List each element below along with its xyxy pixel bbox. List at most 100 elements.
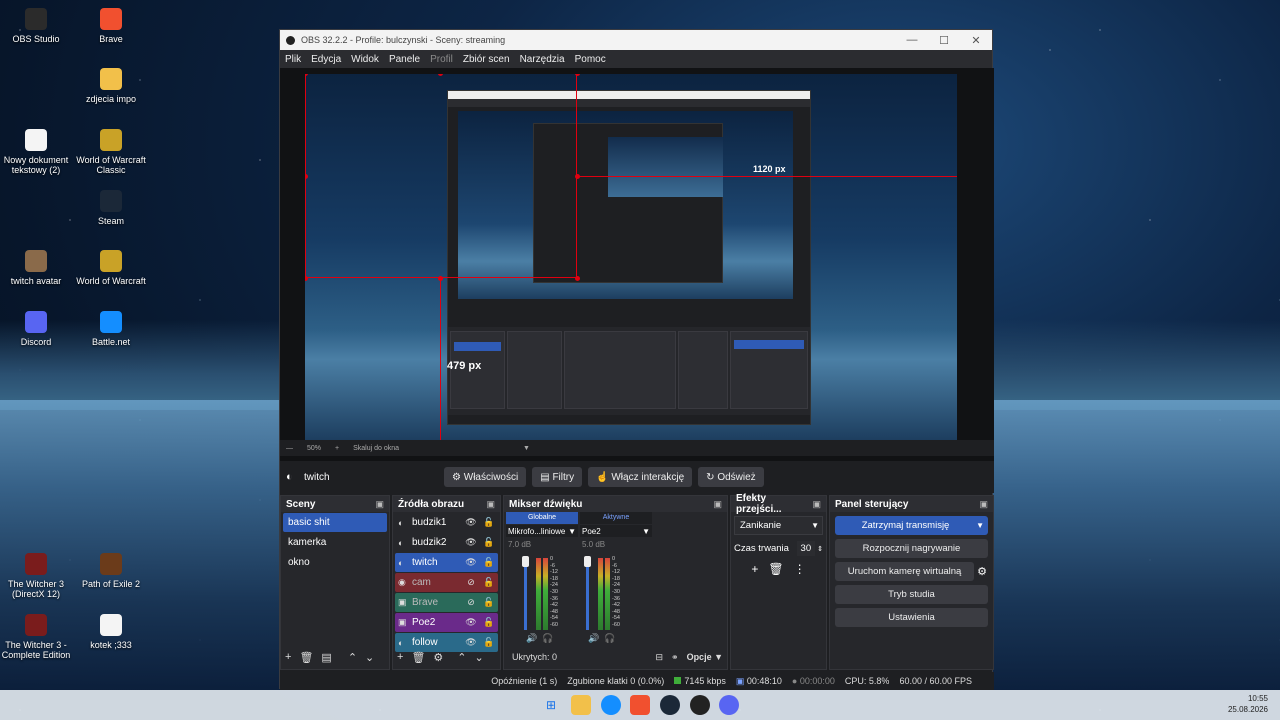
eye-icon[interactable]: 👁 (462, 617, 480, 628)
studio-mode-button[interactable]: Tryb studia (835, 585, 988, 604)
fader-knob[interactable] (584, 556, 591, 567)
preview-canvas[interactable]: 479 px 1120 px (305, 74, 957, 440)
source-item[interactable]: ◐ budzik1 👁 🔓 (395, 513, 498, 532)
chevron-down-icon[interactable]: ▼ (523, 445, 530, 452)
menu-plik[interactable]: Plik (285, 54, 301, 65)
file-explorer-icon[interactable] (571, 695, 591, 715)
scene-item[interactable]: kamerka (283, 533, 387, 552)
chevron-down-icon[interactable]: ⌄ (475, 651, 484, 664)
menu-edycja[interactable]: Edycja (311, 54, 341, 65)
battlenet-icon[interactable] (601, 695, 621, 715)
resize-handle[interactable] (575, 74, 580, 76)
mixer-tab-global[interactable]: Globalne (506, 512, 578, 524)
chevron-up-icon[interactable]: ⌃ (348, 651, 357, 664)
undock-icon[interactable]: ▣ (812, 499, 821, 510)
trash-icon[interactable]: 🗑 (299, 651, 313, 664)
add-transition-icon[interactable]: + (751, 562, 758, 576)
source-item[interactable]: ▣ Brave ⊘ 🔓 (395, 593, 498, 612)
menu-pomoc[interactable]: Pomoc (575, 54, 606, 65)
undock-icon[interactable]: ▣ (375, 499, 384, 510)
windows-start-icon[interactable]: ⊞ (541, 695, 561, 715)
undock-icon[interactable]: ▣ (486, 499, 495, 510)
maximize-button[interactable]: ☐ (928, 34, 960, 47)
eye-icon[interactable]: 👁 (462, 637, 480, 648)
eye-icon[interactable]: 👁 (462, 537, 480, 548)
add-source-icon[interactable]: + (397, 651, 403, 663)
scene-item[interactable]: okno (283, 553, 387, 572)
start-virtual-camera-button[interactable]: Uruchom kamerę wirtualną (835, 562, 975, 581)
zoom-in-button[interactable]: + (335, 445, 339, 452)
lock-icon[interactable]: 🔓 (480, 537, 498, 548)
desktop-icon[interactable]: World of Warcraft Classic (71, 129, 151, 175)
chevron-down-icon[interactable]: ▼ (976, 521, 984, 530)
add-scene-icon[interactable]: + (285, 651, 291, 663)
zoom-out-button[interactable]: — (286, 445, 293, 452)
chevron-down-icon[interactable]: ⌄ (365, 651, 374, 664)
mixer-tab-active[interactable]: Aktywne (580, 512, 652, 524)
filter-icon[interactable]: ▤ (321, 651, 331, 664)
stop-streaming-button[interactable]: Zatrzymaj transmisję ▼ (835, 516, 988, 535)
stepper-icon[interactable]: ⇕ (817, 545, 823, 553)
interact-button[interactable]: ☝ Włącz interakcję (588, 467, 693, 487)
desktop-icon[interactable]: Path of Exile 2 (71, 553, 151, 589)
gear-icon[interactable]: ⚙ (977, 565, 987, 578)
selection-box[interactable] (305, 74, 577, 278)
eye-icon[interactable]: 👁 (462, 557, 480, 568)
menu-widok[interactable]: Widok (351, 54, 379, 65)
lock-icon[interactable]: 🔓 (480, 617, 498, 628)
menu-panele[interactable]: Panele (389, 54, 420, 65)
desktop-icon[interactable]: Discord (0, 311, 76, 347)
desktop-icon[interactable]: Battle.net (71, 311, 151, 347)
eye-hidden-icon[interactable]: ⊘ (462, 577, 480, 588)
resize-handle[interactable] (305, 276, 308, 281)
duration-input[interactable]: 30 (796, 541, 816, 556)
speaker-icon[interactable]: 🔊 (588, 633, 599, 644)
filters-button[interactable]: ▤ Filtry (532, 467, 583, 487)
desktop-icon[interactable]: twitch avatar (0, 250, 76, 286)
fader-knob[interactable] (522, 556, 529, 567)
source-item[interactable]: ▣ Poe2 👁 🔓 (395, 613, 498, 632)
steam-icon[interactable] (660, 695, 680, 715)
trash-icon[interactable]: 🗑 (411, 651, 425, 664)
menu-zbior-scen[interactable]: Zbiór scen (463, 54, 510, 65)
desktop-icon[interactable]: zdjecia impo (71, 68, 151, 104)
source-item[interactable]: ◉ cam ⊘ 🔓 (395, 573, 498, 592)
refresh-button[interactable]: ↻ Odśwież (698, 467, 764, 487)
minimize-button[interactable]: — (896, 34, 928, 47)
gear-icon[interactable]: ⚙ (433, 651, 443, 664)
scale-to-window[interactable]: Skaluj do okna (353, 445, 399, 452)
close-button[interactable]: ✕ (960, 34, 992, 47)
volume-fader[interactable] (524, 558, 527, 630)
desktop-icon[interactable]: kotek ;333 (71, 614, 151, 650)
undock-icon[interactable]: ▣ (713, 499, 722, 510)
menu-narzedzia[interactable]: Narzędzia (520, 54, 565, 65)
discord-icon[interactable] (719, 695, 739, 715)
chevron-down-icon[interactable]: ▼ (568, 527, 576, 536)
layout-icon[interactable]: ⊟ (655, 652, 663, 663)
more-icon[interactable]: ⋮ (794, 562, 806, 576)
resize-handle[interactable] (575, 174, 580, 179)
chevron-up-icon[interactable]: ⌃ (457, 651, 466, 664)
source-item[interactable]: ◐ budzik2 👁 🔓 (395, 533, 498, 552)
desktop-icon[interactable]: The Witcher 3 (DirectX 12) (0, 553, 76, 599)
system-clock[interactable]: 10:55 25.08.2026 (1228, 693, 1268, 715)
trash-icon[interactable]: 🗑 (768, 562, 783, 576)
source-item[interactable]: ◐ twitch 👁 🔓 (395, 553, 498, 572)
eye-hidden-icon[interactable]: ⊘ (462, 597, 480, 608)
desktop-icon[interactable]: The Witcher 3 - Complete Edition (0, 614, 76, 660)
resize-handle[interactable] (575, 276, 580, 281)
lock-icon[interactable]: 🔓 (480, 637, 498, 648)
headphones-icon[interactable]: 🎧 (542, 633, 553, 644)
scene-item[interactable]: basic shit (283, 513, 387, 532)
desktop-icon[interactable]: Steam (71, 190, 151, 226)
speaker-icon[interactable]: 🔊 (526, 633, 537, 644)
lock-icon[interactable]: 🔓 (480, 557, 498, 568)
start-recording-button[interactable]: Rozpocznij nagrywanie (835, 539, 988, 558)
headphones-icon[interactable]: 🎧 (604, 633, 615, 644)
lock-icon[interactable]: 🔓 (480, 597, 498, 608)
properties-button[interactable]: ⚙ Właściwości (444, 467, 527, 487)
desktop-icon[interactable]: OBS Studio (0, 8, 76, 44)
settings-button[interactable]: Ustawienia (835, 608, 988, 627)
lock-icon[interactable]: 🔓 (480, 517, 498, 528)
brave-icon[interactable] (630, 695, 650, 715)
